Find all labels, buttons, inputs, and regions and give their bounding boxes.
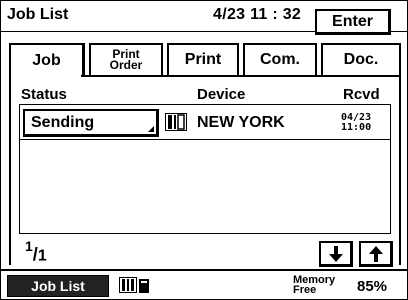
- scroll-down-button[interactable]: [319, 241, 353, 267]
- tab-job[interactable]: Job: [9, 43, 85, 77]
- tab-doc[interactable]: Doc.: [321, 43, 401, 75]
- status-bar: Job List Memory Free 85%: [1, 271, 407, 299]
- device-name: NEW YORK: [197, 114, 285, 131]
- tab-print-order-line2: Order: [109, 58, 143, 72]
- tab-com[interactable]: Com.: [243, 43, 317, 75]
- date-time: 4/23 11 : 32: [213, 6, 302, 23]
- column-header-rcvd: Rcvd: [343, 86, 380, 103]
- job-list-button[interactable]: Job List: [7, 275, 109, 297]
- page-current: 1: [25, 238, 33, 254]
- fax-status-icon: [119, 277, 137, 293]
- page-indicator: 1/1: [25, 238, 47, 265]
- memory-free-value: 85%: [357, 278, 388, 295]
- job-list-screen: Job List 4/23 11 : 32 Enter Job Print Or…: [0, 0, 408, 300]
- row-divider: [20, 139, 390, 140]
- tab-print-order-label: Print Order: [109, 48, 143, 72]
- tab-print[interactable]: Print: [167, 43, 239, 75]
- arrow-down-icon: [328, 245, 343, 262]
- received-time: 04/23 11:00: [341, 113, 371, 133]
- column-header-status: Status: [21, 86, 67, 103]
- column-header-device: Device: [197, 86, 246, 103]
- fax-machine-icon: [165, 113, 187, 131]
- corner-triangle-icon: [148, 126, 154, 132]
- memory-label-line2: Free: [293, 284, 317, 296]
- page-total: 1: [37, 247, 47, 265]
- enter-button[interactable]: Enter: [315, 9, 391, 35]
- memory-free-label: Memory Free: [293, 275, 335, 296]
- tab-bar: Job Print Order Print Com. Doc.: [9, 43, 401, 77]
- job-status-button[interactable]: Sending: [23, 109, 159, 137]
- arrow-up-icon: [368, 245, 383, 262]
- scroll-up-button[interactable]: [359, 241, 393, 267]
- document-icon: [139, 279, 149, 293]
- job-status-label: Sending: [31, 113, 95, 131]
- tab-print-order[interactable]: Print Order: [89, 43, 163, 75]
- screen-title: Job List: [7, 6, 69, 23]
- received-clock: 11:00: [341, 122, 372, 133]
